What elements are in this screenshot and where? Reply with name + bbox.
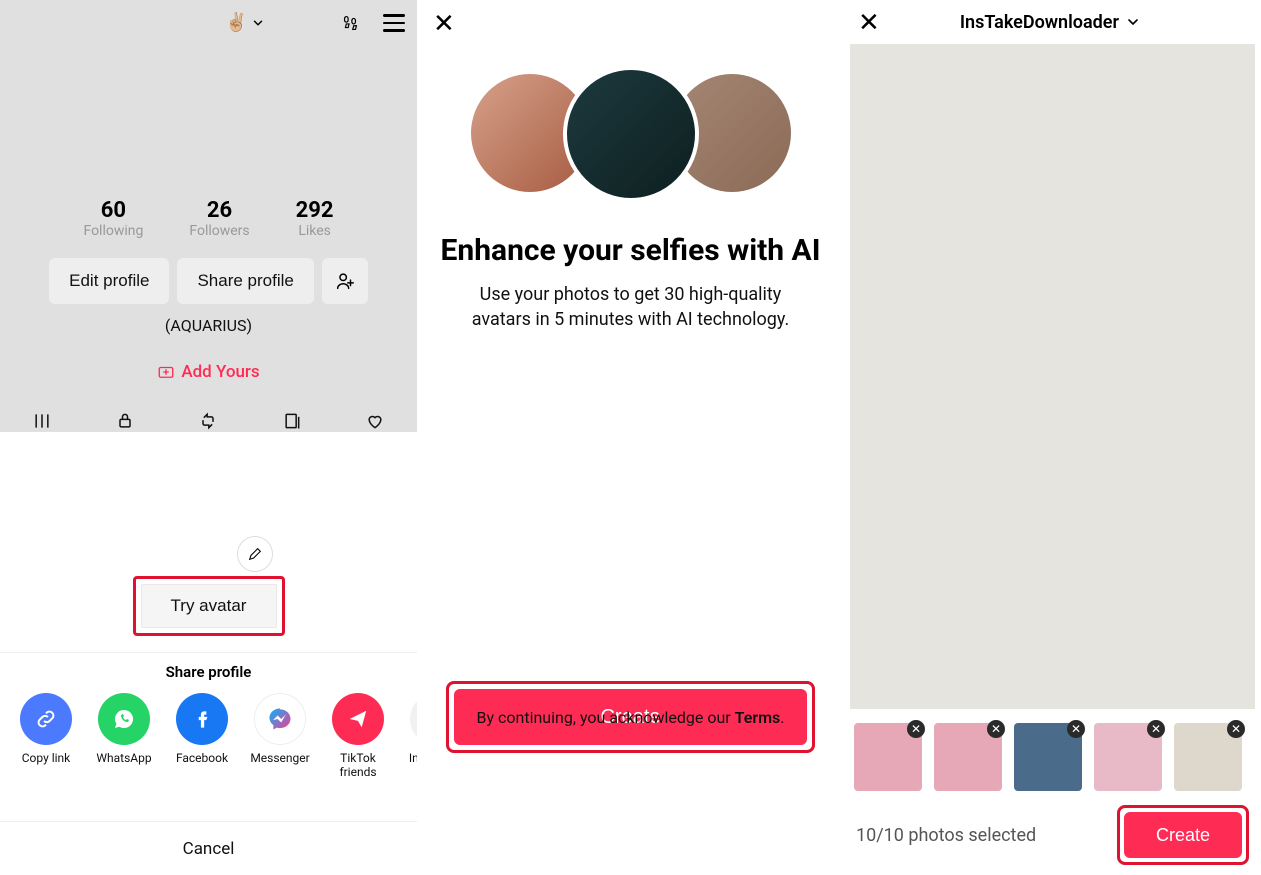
share-whatsapp[interactable]: WhatsApp <box>96 693 152 779</box>
remove-thumb-icon[interactable]: ✕ <box>907 720 925 738</box>
followers-label: Followers <box>189 223 249 239</box>
share-tiktok-friends[interactable]: TikTok friends <box>330 693 386 779</box>
following-stat[interactable]: 60Following <box>83 198 143 239</box>
share-section-title: Share profile <box>0 663 417 681</box>
share-instagram[interactable]: Instagram Direct <box>408 693 417 779</box>
messenger-icon <box>266 705 294 733</box>
enhance-subtitle: Use your photos to get 30 high-quality a… <box>417 282 844 332</box>
edit-avatar-button[interactable] <box>237 536 273 572</box>
share-profile-button[interactable]: Share profile <box>177 258 313 304</box>
following-label: Following <box>83 223 143 239</box>
create-highlight: Create <box>1117 805 1249 865</box>
remove-thumb-icon[interactable]: ✕ <box>1147 720 1165 738</box>
divider <box>0 652 417 653</box>
chevron-down-icon <box>251 16 265 30</box>
create-button[interactable]: Create <box>1124 812 1242 858</box>
likes-count: 292 <box>296 198 334 223</box>
share-label: Instagram Direct <box>408 751 417 779</box>
bio-text: (AQUARIUS) <box>0 316 417 335</box>
add-yours-link[interactable]: Add Yours <box>0 362 417 382</box>
share-copy-link[interactable]: Copy link <box>18 693 74 779</box>
enhance-heading: Enhance your selfies with AI <box>417 202 844 282</box>
pencil-icon <box>247 546 263 562</box>
add-friends-button[interactable] <box>322 258 368 304</box>
profile-top-bar: ✌🏼 <box>0 0 417 46</box>
facebook-icon <box>189 706 215 732</box>
close-button[interactable]: ✕ <box>858 9 880 35</box>
remove-thumb-icon[interactable]: ✕ <box>1067 720 1085 738</box>
share-messenger[interactable]: Messenger <box>252 693 308 779</box>
chevron-down-icon <box>1125 14 1141 30</box>
camera-plus-icon <box>157 363 175 381</box>
link-icon <box>34 707 58 731</box>
profile-panel: ✌🏼 60Following 26Followers 292Likes Edit… <box>0 0 417 875</box>
share-label: WhatsApp <box>96 751 151 765</box>
likes-label: Likes <box>296 223 334 239</box>
share-facebook[interactable]: Facebook <box>174 693 230 779</box>
album-title: InsTakeDownloader <box>960 12 1119 33</box>
album-picker[interactable]: InsTakeDownloader <box>880 12 1221 33</box>
cancel-button[interactable]: Cancel <box>0 821 417 875</box>
username-dropdown[interactable]: ✌🏼 <box>225 12 265 33</box>
panel2-top: ✕ <box>417 0 844 46</box>
share-label: Messenger <box>250 751 309 765</box>
top-right-actions <box>339 12 405 34</box>
selected-thumb[interactable]: ✕ <box>1174 723 1242 791</box>
avatar-examples <box>417 74 844 202</box>
picker-top-bar: ✕ InsTakeDownloader <box>844 0 1261 44</box>
selected-thumb[interactable]: ✕ <box>854 723 922 791</box>
photo-picker-panel: ✕ InsTakeDownloader ✕ ✕ ✕ ✕ ✕ 10/10 phot… <box>844 0 1261 875</box>
share-label: TikTok friends <box>330 751 386 779</box>
followers-count: 26 <box>189 198 249 223</box>
person-plus-icon <box>334 270 356 292</box>
try-avatar-highlight: Try avatar <box>133 576 285 636</box>
hamburger-menu-icon[interactable] <box>383 14 405 32</box>
lock-tab-icon[interactable] <box>115 411 135 431</box>
following-count: 60 <box>83 198 143 223</box>
edit-profile-button[interactable]: Edit profile <box>49 258 169 304</box>
selected-thumbs: ✕ ✕ ✕ ✕ ✕ <box>844 709 1261 799</box>
selected-thumb[interactable]: ✕ <box>1014 723 1082 791</box>
remove-thumb-icon[interactable]: ✕ <box>987 720 1005 738</box>
enhance-panel: ✕ Enhance your selfies with AI Use your … <box>417 0 844 875</box>
avatar-example-2 <box>563 66 699 202</box>
add-yours-label: Add Yours <box>181 362 259 382</box>
stats-row: 60Following 26Followers 292Likes <box>0 198 417 239</box>
share-sheet: Try avatar Share profile Copy link Whats… <box>0 432 417 875</box>
terms-link[interactable]: Terms <box>735 708 781 727</box>
profile-buttons: Edit profile Share profile <box>0 258 417 304</box>
handle-emoji: ✌🏼 <box>225 12 247 33</box>
terms-text: By continuing, you acknowledge our Terms… <box>417 708 844 727</box>
share-options-row: Copy link WhatsApp Facebook Messenger Ti… <box>0 693 417 779</box>
share-label: Copy link <box>22 751 71 765</box>
share-label: Facebook <box>176 751 228 765</box>
selected-thumb[interactable]: ✕ <box>1094 723 1162 791</box>
heart-tab-icon[interactable] <box>365 411 385 431</box>
send-icon <box>347 708 369 730</box>
grid-tab-icon[interactable] <box>32 411 52 431</box>
close-button[interactable]: ✕ <box>433 10 455 36</box>
followers-stat[interactable]: 26Followers <box>189 198 249 239</box>
bookmark-tab-icon[interactable] <box>282 411 302 431</box>
remove-thumb-icon[interactable]: ✕ <box>1227 720 1245 738</box>
selected-thumb[interactable]: ✕ <box>934 723 1002 791</box>
photo-gallery[interactable] <box>850 44 1255 709</box>
likes-stat[interactable]: 292Likes <box>296 198 334 239</box>
footprint-icon[interactable] <box>339 12 361 34</box>
sheet-avatar <box>159 458 259 558</box>
picker-footer: 10/10 photos selected Create <box>844 799 1261 875</box>
whatsapp-icon <box>112 707 136 731</box>
repost-tab-icon[interactable] <box>198 411 218 431</box>
selection-count: 10/10 photos selected <box>856 825 1036 846</box>
try-avatar-button[interactable]: Try avatar <box>141 584 277 628</box>
